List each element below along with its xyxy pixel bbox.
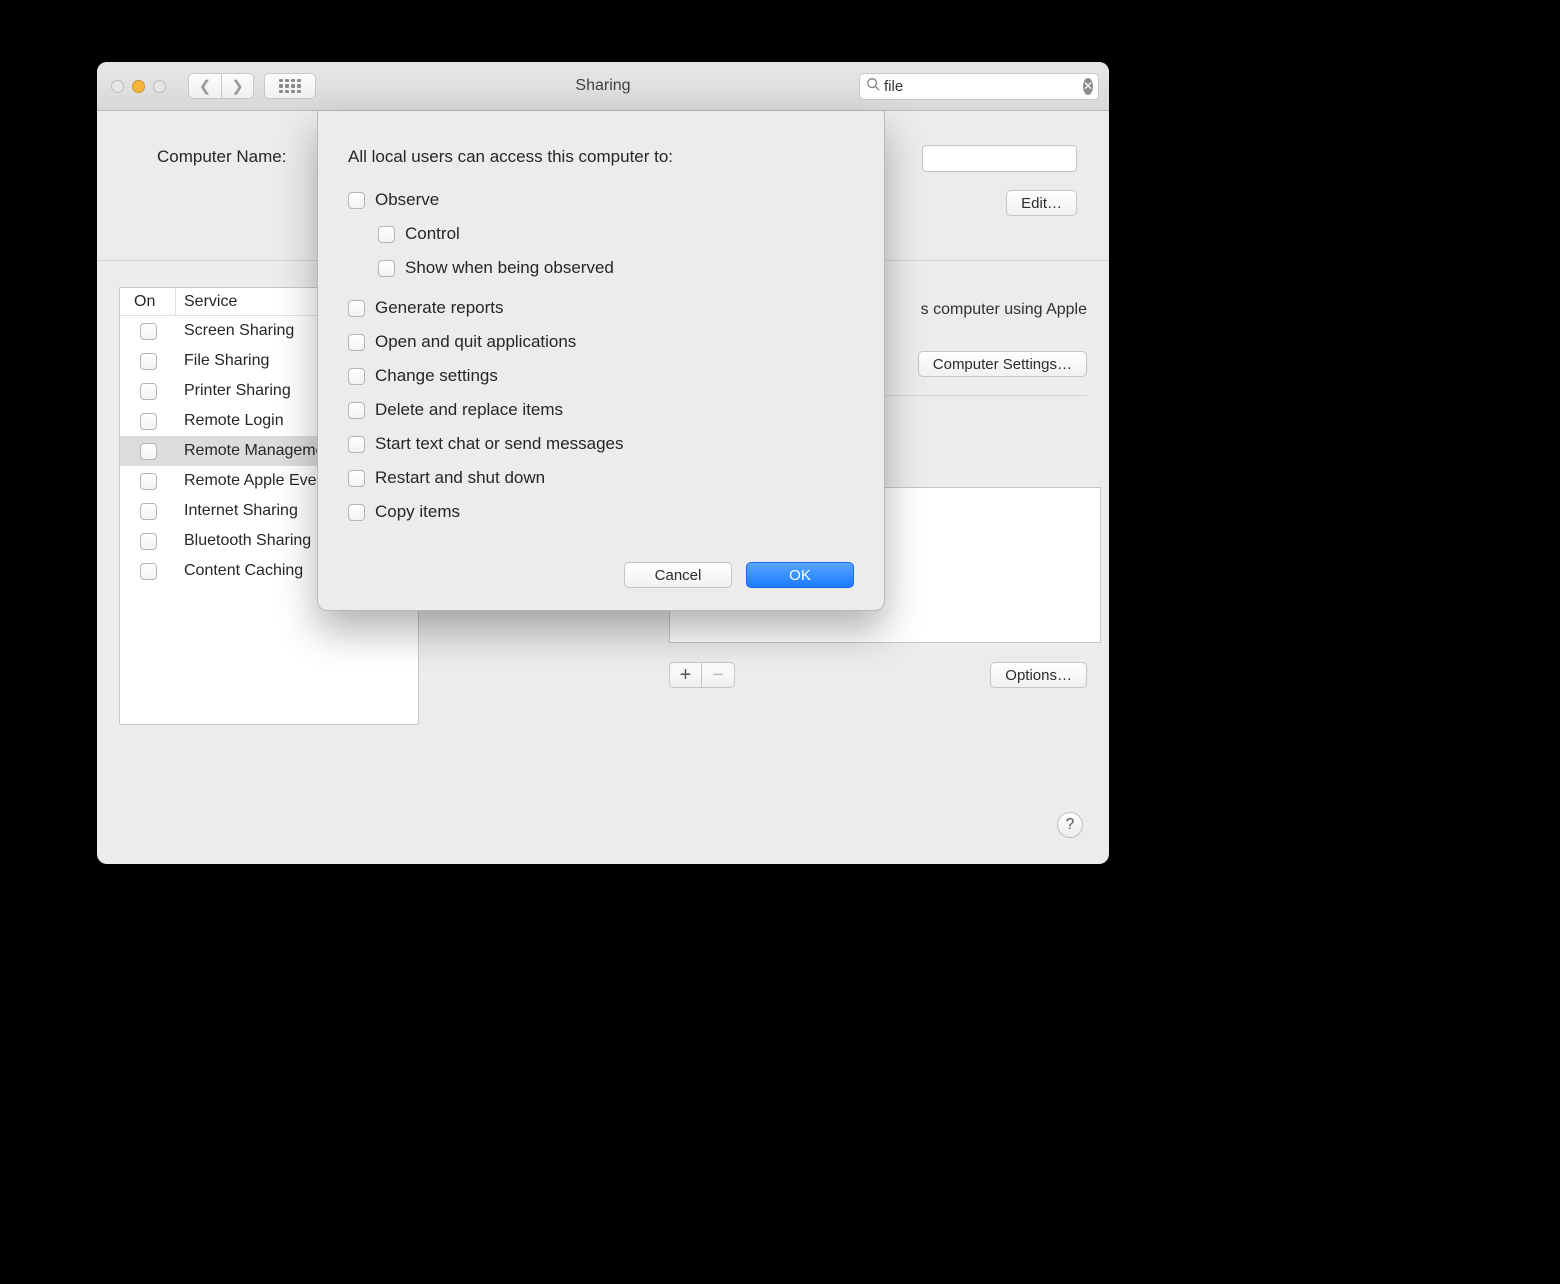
permission-checkbox[interactable] xyxy=(348,402,365,419)
permission-option[interactable]: Restart and shut down xyxy=(348,461,854,495)
grid-icon xyxy=(279,79,301,93)
service-checkbox[interactable] xyxy=(140,473,157,490)
service-checkbox[interactable] xyxy=(140,443,157,460)
options-button-label: Options… xyxy=(1005,667,1072,684)
search-field[interactable]: ✕ xyxy=(859,73,1099,100)
service-checkbox[interactable] xyxy=(140,383,157,400)
ok-label: OK xyxy=(789,567,811,584)
add-remove-group: + − xyxy=(669,662,735,688)
forward-button[interactable]: ❯ xyxy=(221,73,254,99)
plus-icon: + xyxy=(680,664,692,687)
minus-icon: − xyxy=(712,664,724,687)
permission-label: Control xyxy=(405,224,460,244)
permission-label: Start text chat or send messages xyxy=(375,434,624,454)
computer-name-input[interactable] xyxy=(922,145,1077,172)
permission-label: Change settings xyxy=(375,366,498,386)
options-button[interactable]: Options… xyxy=(990,662,1087,688)
computer-settings-label: Computer Settings… xyxy=(933,356,1072,373)
service-checkbox[interactable] xyxy=(140,413,157,430)
service-checkbox[interactable] xyxy=(140,533,157,550)
permission-option[interactable]: Open and quit applications xyxy=(348,325,854,359)
nav-back-forward: ❮ ❯ xyxy=(188,73,254,99)
ok-button[interactable]: OK xyxy=(746,562,854,588)
permission-checkbox[interactable] xyxy=(378,226,395,243)
service-checkbox[interactable] xyxy=(140,353,157,370)
service-checkbox[interactable] xyxy=(140,323,157,340)
search-icon xyxy=(866,77,880,95)
column-on[interactable]: On xyxy=(120,288,176,315)
permission-option[interactable]: Show when being observed xyxy=(348,251,854,285)
zoom-window-button[interactable] xyxy=(153,80,166,93)
sheet-buttons: Cancel OK xyxy=(348,562,854,588)
permission-label: Show when being observed xyxy=(405,258,614,278)
permission-checkbox[interactable] xyxy=(378,260,395,277)
computer-name-label: Computer Name: xyxy=(157,147,286,260)
add-user-button[interactable]: + xyxy=(669,662,702,688)
permission-label: Delete and replace items xyxy=(375,400,563,420)
sharing-preferences-window: ❮ ❯ Sharing ✕ Computer Name: xyxy=(97,62,1109,864)
permission-option[interactable]: Generate reports xyxy=(348,291,854,325)
chevron-right-icon: ❯ xyxy=(231,77,244,95)
chevron-left-icon: ❮ xyxy=(199,77,212,95)
permission-option[interactable]: Change settings xyxy=(348,359,854,393)
permission-label: Generate reports xyxy=(375,298,504,318)
permission-checkbox[interactable] xyxy=(348,368,365,385)
x-icon: ✕ xyxy=(1083,80,1093,92)
close-window-button[interactable] xyxy=(111,80,124,93)
help-button[interactable]: ? xyxy=(1057,812,1083,838)
service-checkbox[interactable] xyxy=(140,503,157,520)
clear-search-button[interactable]: ✕ xyxy=(1083,78,1093,95)
permission-label: Observe xyxy=(375,190,439,210)
cancel-button[interactable]: Cancel xyxy=(624,562,732,588)
minimize-window-button[interactable] xyxy=(132,80,145,93)
window-controls xyxy=(111,80,166,93)
permission-checkbox[interactable] xyxy=(348,436,365,453)
permission-checkbox[interactable] xyxy=(348,300,365,317)
service-checkbox[interactable] xyxy=(140,563,157,580)
question-icon: ? xyxy=(1066,816,1075,834)
permission-checkbox[interactable] xyxy=(348,470,365,487)
remove-user-button[interactable]: − xyxy=(702,662,735,688)
access-permissions-sheet: All local users can access this computer… xyxy=(317,111,885,611)
permission-option[interactable]: Copy items xyxy=(348,495,854,529)
permission-label: Copy items xyxy=(375,502,460,522)
permission-label: Open and quit applications xyxy=(375,332,576,352)
permission-label: Restart and shut down xyxy=(375,468,545,488)
permission-checkbox[interactable] xyxy=(348,192,365,209)
sheet-heading: All local users can access this computer… xyxy=(348,147,854,167)
permission-option[interactable]: Observe xyxy=(348,183,854,217)
computer-settings-button[interactable]: Computer Settings… xyxy=(918,351,1087,377)
titlebar: ❮ ❯ Sharing ✕ xyxy=(97,62,1109,111)
permission-option[interactable]: Control xyxy=(348,217,854,251)
permission-option[interactable]: Delete and replace items xyxy=(348,393,854,427)
permission-option[interactable]: Start text chat or send messages xyxy=(348,427,854,461)
permission-checkbox[interactable] xyxy=(348,504,365,521)
edit-computer-name-button[interactable]: Edit… xyxy=(1006,190,1077,216)
edit-button-label: Edit… xyxy=(1021,195,1062,212)
show-all-button[interactable] xyxy=(264,73,316,99)
service-description: s computer using Apple xyxy=(921,301,1087,319)
permission-checkbox[interactable] xyxy=(348,334,365,351)
cancel-label: Cancel xyxy=(655,567,702,584)
search-input[interactable] xyxy=(884,78,1083,95)
back-button[interactable]: ❮ xyxy=(188,73,221,99)
